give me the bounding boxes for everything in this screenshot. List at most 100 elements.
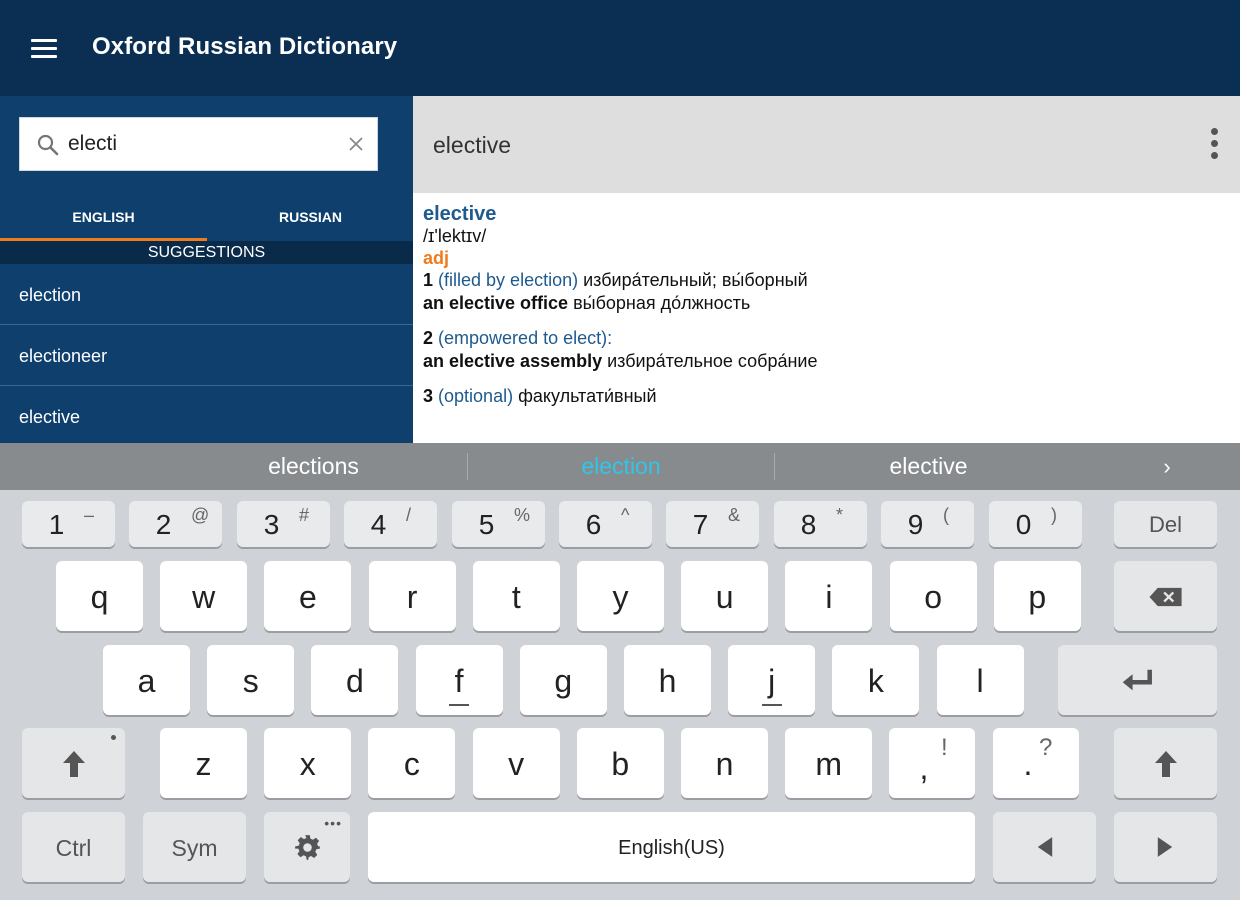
key-w[interactable]: w	[160, 561, 248, 631]
key-e[interactable]: e	[264, 561, 352, 631]
search-panel: ENGLISH RUSSIAN SUGGESTIONS election ele…	[0, 96, 413, 443]
prediction-candidate[interactable]: elections	[160, 443, 467, 490]
example-phrase: an elective assembly	[423, 351, 603, 371]
comma-key[interactable]: , !	[889, 728, 975, 798]
enter-key[interactable]	[1058, 645, 1217, 715]
sym-key-label: Sym	[171, 835, 218, 861]
number-key[interactable]: 5%	[452, 501, 545, 547]
headword: elective	[423, 203, 497, 225]
key-v[interactable]: v	[472, 728, 560, 798]
key-label: p	[1028, 579, 1047, 615]
sense-number: 3	[423, 386, 434, 406]
shift-up-icon	[63, 751, 85, 777]
search-input[interactable]	[68, 118, 338, 170]
period-key[interactable]: . ?	[993, 728, 1079, 798]
key-label: s	[242, 663, 259, 699]
search-box	[19, 117, 378, 171]
suggestions-heading: SUGGESTIONS	[0, 241, 413, 264]
menu-icon[interactable]	[31, 39, 57, 59]
clear-icon[interactable]	[344, 132, 368, 156]
shift-key-right[interactable]	[1114, 728, 1217, 798]
number-key-label: 4	[370, 509, 387, 540]
backspace-key[interactable]	[1114, 561, 1217, 631]
pronunciation: /ɪ'lektɪv/	[423, 226, 487, 246]
cursor-left-key[interactable]	[993, 812, 1096, 882]
key-l[interactable]: l	[936, 645, 1024, 715]
tab-english[interactable]: ENGLISH	[0, 195, 207, 241]
key-n[interactable]: n	[681, 728, 768, 798]
prediction-candidate[interactable]: elective	[775, 443, 1082, 490]
gear-icon	[295, 835, 320, 860]
more-options-icon[interactable]	[1206, 128, 1222, 164]
enter-icon	[1122, 669, 1152, 691]
key-i[interactable]: i	[785, 561, 873, 631]
number-key-alt: *	[836, 505, 844, 525]
arrow-left-icon	[1037, 837, 1053, 857]
key-a[interactable]: a	[103, 645, 190, 715]
key-b[interactable]: b	[576, 728, 664, 798]
key-j[interactable]: j	[728, 645, 816, 715]
key-label: a	[137, 663, 156, 699]
sense-number: 1	[423, 270, 434, 290]
space-bar[interactable]: English(US)	[368, 812, 975, 882]
chevron-right-icon[interactable]: ›	[1155, 443, 1179, 490]
key-c[interactable]: c	[368, 728, 456, 798]
sense-translation: факультати́вный	[513, 386, 657, 406]
settings-key[interactable]: •••	[264, 812, 350, 882]
arrow-right-icon	[1157, 837, 1173, 857]
space-bar-label: English(US)	[618, 837, 725, 859]
key-s[interactable]: s	[207, 645, 295, 715]
ctrl-key-label: Ctrl	[55, 835, 92, 861]
shift-key-left[interactable]	[22, 728, 125, 798]
tab-russian[interactable]: RUSSIAN	[207, 195, 414, 241]
entry-panel: elective elective /ɪ'lektɪv/ adj 1 (fill…	[413, 96, 1240, 443]
key-u[interactable]: u	[681, 561, 769, 631]
number-key[interactable]: 0)	[989, 501, 1082, 547]
app-bar: Oxford Russian Dictionary	[0, 0, 1240, 96]
key-x[interactable]: x	[264, 728, 352, 798]
number-key-alt: /	[406, 505, 412, 525]
number-key[interactable]: 3 #	[237, 501, 330, 547]
key-t[interactable]: t	[472, 561, 560, 631]
key-o[interactable]: o	[889, 561, 977, 631]
comma-key-label: ,	[919, 750, 929, 786]
key-label: t	[511, 579, 521, 615]
sense-gloss[interactable]: (filled by election)	[438, 270, 578, 290]
key-k[interactable]: k	[832, 645, 920, 715]
key-label: g	[554, 663, 573, 699]
number-key[interactable]: 4/	[344, 501, 437, 547]
key-m[interactable]: m	[785, 728, 873, 798]
key-f[interactable]: f	[415, 645, 503, 715]
sense-gloss[interactable]: (optional)	[438, 386, 513, 406]
entry-header-word: elective	[433, 132, 511, 158]
number-key[interactable]: 8 *	[774, 501, 867, 547]
number-key[interactable]: 1–	[22, 501, 115, 547]
prediction-candidate-highlighted[interactable]: election	[468, 443, 774, 490]
sense-1-example: an elective office вы́борная до́лжность	[423, 292, 1223, 315]
sense-gloss[interactable]: (empowered to elect):	[438, 328, 612, 348]
cursor-right-key[interactable]	[1114, 812, 1217, 882]
number-key[interactable]: 2 @	[129, 501, 222, 547]
number-key[interactable]: 9(	[881, 501, 974, 547]
suggestion-item[interactable]: election	[0, 265, 413, 325]
tab-russian-label: RUSSIAN	[278, 209, 342, 225]
sense-number: 2	[423, 328, 434, 348]
number-key-alt: #	[299, 505, 310, 525]
key-r[interactable]: r	[368, 561, 456, 631]
number-key-alt: ^	[621, 505, 630, 525]
key-y[interactable]: y	[577, 561, 664, 631]
number-key[interactable]: 7 &	[666, 501, 759, 547]
suggestion-item[interactable]: elective	[0, 387, 413, 447]
key-g[interactable]: g	[519, 645, 607, 715]
number-key[interactable]: 6 ^	[559, 501, 652, 547]
suggestion-item[interactable]: electioneer	[0, 326, 413, 386]
key-p[interactable]: p	[993, 561, 1081, 631]
key-z[interactable]: z	[160, 728, 247, 798]
sense-1: 1 (filled by election) избира́тельный; в…	[423, 269, 1223, 292]
sym-key[interactable]: Sym	[143, 812, 246, 882]
del-key[interactable]: Del	[1114, 501, 1217, 547]
key-d[interactable]: d	[311, 645, 399, 715]
key-q[interactable]: q	[56, 561, 143, 631]
ctrl-key[interactable]: Ctrl	[22, 812, 125, 882]
key-h[interactable]: h	[624, 645, 711, 715]
